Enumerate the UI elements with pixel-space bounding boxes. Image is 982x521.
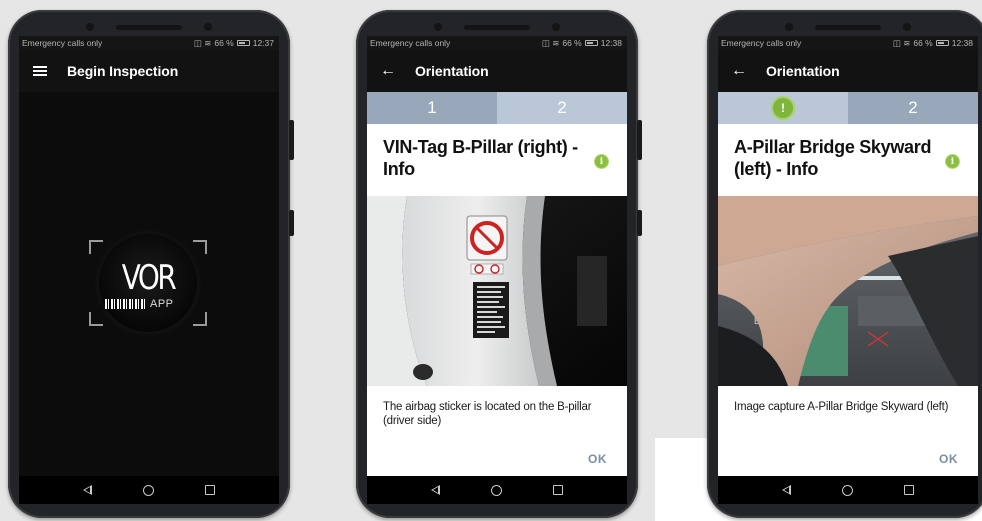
- carrier-text: Emergency calls only: [370, 38, 451, 48]
- nav-recents-icon[interactable]: [205, 485, 216, 495]
- menu-icon: [33, 66, 47, 76]
- battery-icon: [584, 40, 598, 46]
- back-arrow-icon: ←: [731, 62, 747, 79]
- step-tabs: 1 2: [367, 92, 627, 130]
- carrier-text: Emergency calls only: [721, 38, 802, 48]
- step-tab-1[interactable]: !: [718, 92, 848, 124]
- status-icons: ◫ ≋ 66 % 12:38: [893, 38, 973, 49]
- carrier-text: Emergency calls only: [22, 38, 103, 48]
- power-button: [289, 210, 294, 236]
- back-button[interactable]: ←: [724, 50, 754, 92]
- volume-button: [289, 120, 294, 160]
- screen-begin-inspection: Emergency calls only ◫ ≋ 66 % 12:37 Begi…: [19, 36, 279, 504]
- front-camera: [903, 23, 911, 31]
- phone-2: Emergency calls only ◫ ≋ 66 % 12:38 ← Or…: [356, 10, 642, 518]
- status-bar: Emergency calls only ◫ ≋ 66 % 12:37: [19, 36, 279, 50]
- status-icons: ◫ ≋ 66 % 12:38: [542, 38, 622, 49]
- step-tab-1[interactable]: 1: [367, 92, 497, 130]
- front-camera: [552, 23, 560, 31]
- clock: 12:38: [600, 38, 622, 48]
- step-tabs: ! 2: [718, 92, 978, 130]
- nav-back-icon[interactable]: [82, 485, 92, 495]
- screen-orientation-step-1: Emergency calls only ◫ ≋ 66 % 12:38 ← Or…: [367, 36, 627, 504]
- battery-icon: [935, 40, 949, 46]
- nav-home-icon[interactable]: [142, 484, 154, 496]
- power-button: [637, 210, 642, 236]
- step-tab-2[interactable]: 2: [497, 92, 627, 124]
- warning-icon: !: [773, 98, 793, 118]
- clock: 12:38: [951, 38, 973, 48]
- back-button[interactable]: ←: [373, 50, 403, 92]
- card-body: Image capture A-Pillar Bridge Skyward (l…: [718, 386, 978, 476]
- logo-sub-text: APP: [150, 298, 174, 310]
- battery-icon: [236, 40, 250, 46]
- sensor: [785, 23, 793, 31]
- wifi-icon: ◫ ≋: [892, 37, 911, 48]
- phone-1: Emergency calls only ◫ ≋ 66 % 12:37 Begi…: [8, 10, 294, 518]
- volume-button: [637, 120, 642, 160]
- ok-button[interactable]: OK: [588, 452, 607, 466]
- reference-photo: E7: [718, 196, 978, 386]
- card-description: The airbag sticker is located on the B-p…: [383, 401, 592, 427]
- phone-3: Emergency calls only ◫ ≋ 66 % 12:38 ← Or…: [707, 10, 982, 518]
- screen-orientation-step-2: Emergency calls only ◫ ≋ 66 % 12:38 ← Or…: [718, 36, 978, 504]
- system-nav-bar: [367, 476, 627, 504]
- logo-main-text: VOR: [121, 258, 177, 298]
- card-title: A-Pillar Bridge Skyward (left) - Info: [734, 137, 932, 179]
- wifi-icon: ◫ ≋: [193, 37, 212, 48]
- card-body: The airbag sticker is located on the B-p…: [367, 386, 627, 476]
- card-header: A-Pillar Bridge Skyward (left) - Info i: [718, 124, 978, 196]
- app-bar: ← Orientation: [367, 50, 627, 92]
- info-icon[interactable]: i: [945, 154, 960, 169]
- battery-percent: 66 %: [562, 38, 582, 48]
- page-title: Orientation: [415, 63, 489, 79]
- battery-percent: 66 %: [913, 38, 933, 48]
- barcode-icon: [105, 299, 147, 309]
- step-tab-2[interactable]: 2: [848, 92, 978, 130]
- sensor: [86, 23, 94, 31]
- menu-button[interactable]: [25, 50, 55, 92]
- ok-button[interactable]: OK: [939, 452, 958, 466]
- nav-back-icon[interactable]: [430, 485, 440, 495]
- system-nav-bar: [718, 476, 978, 504]
- vor-app-logo: VOR APP: [89, 226, 207, 344]
- system-nav-bar: [19, 476, 279, 504]
- status-bar: Emergency calls only ◫ ≋ 66 % 12:38: [367, 36, 627, 50]
- reference-photo: [367, 196, 627, 386]
- sensor: [434, 23, 442, 31]
- back-arrow-icon: ←: [380, 62, 396, 79]
- logo-subline: APP: [105, 298, 193, 310]
- app-bar: Begin Inspection: [19, 50, 279, 92]
- nav-recents-icon[interactable]: [553, 485, 564, 495]
- clock: 12:37: [252, 38, 274, 48]
- status-icons: ◫ ≋ 66 % 12:37: [194, 38, 274, 49]
- nav-back-icon[interactable]: [781, 485, 791, 495]
- app-bar: ← Orientation: [718, 50, 978, 92]
- card-title: VIN-Tag B-Pillar (right) - Info: [383, 137, 578, 179]
- page-title: Orientation: [766, 63, 840, 79]
- info-icon[interactable]: i: [594, 154, 609, 169]
- page-title: Begin Inspection: [67, 63, 179, 79]
- nav-home-icon[interactable]: [841, 484, 853, 496]
- wifi-icon: ◫ ≋: [541, 37, 560, 48]
- card-description: Image capture A-Pillar Bridge Skyward (l…: [734, 401, 949, 413]
- card-header: VIN-Tag B-Pillar (right) - Info i: [367, 124, 627, 196]
- battery-percent: 66 %: [214, 38, 234, 48]
- status-bar: Emergency calls only ◫ ≋ 66 % 12:38: [718, 36, 978, 50]
- speaker: [815, 25, 881, 30]
- front-camera: [204, 23, 212, 31]
- speaker: [116, 25, 182, 30]
- nav-recents-icon[interactable]: [904, 485, 915, 495]
- nav-home-icon[interactable]: [490, 484, 502, 496]
- speaker: [464, 25, 530, 30]
